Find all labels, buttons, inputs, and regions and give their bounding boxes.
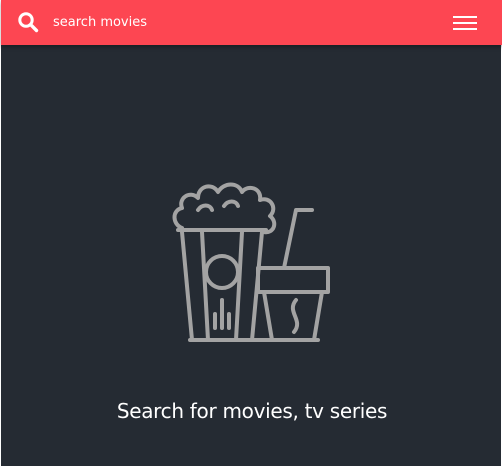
empty-state-message: Search for movies, tv series: [116, 399, 388, 423]
header-bar: [1, 0, 502, 45]
menu-line: [453, 28, 477, 30]
popcorn-and-drink-icon: [172, 182, 330, 342]
menu-line: [453, 16, 477, 18]
app-frame: Search for movies, tv series: [0, 0, 502, 466]
search-icon[interactable]: [17, 11, 39, 33]
search-input[interactable]: [53, 11, 413, 33]
menu-line: [453, 22, 477, 24]
hamburger-menu-icon[interactable]: [453, 13, 479, 33]
main-content: Search for movies, tv series: [1, 45, 502, 466]
